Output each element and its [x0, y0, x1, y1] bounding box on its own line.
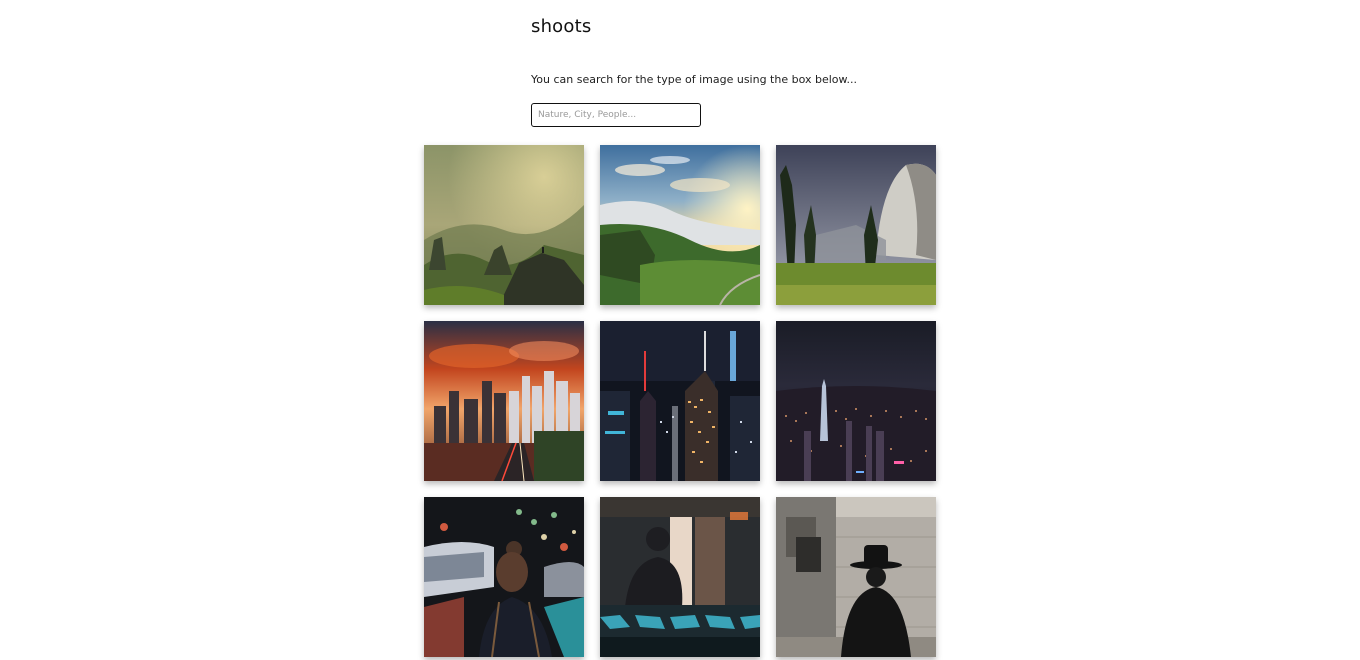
- gallery-image-people-man-rainy-window[interactable]: [600, 497, 760, 657]
- gallery-image-people-man-in-hat[interactable]: [776, 497, 936, 657]
- night-towers-photo: [600, 321, 760, 481]
- gallery-image-nature-highland-valley[interactable]: [600, 145, 760, 305]
- gallery-image-city-night-towers[interactable]: [600, 321, 760, 481]
- mountain-hiker-photo: [424, 145, 584, 305]
- site-title: shoots: [531, 16, 592, 37]
- granite-cliff-photo: [776, 145, 936, 305]
- gallery-image-people-woman-night-street[interactable]: [424, 497, 584, 657]
- gallery-image-nature-mountain-hiker[interactable]: [424, 145, 584, 305]
- man-rainy-window-photo: [600, 497, 760, 657]
- image-gallery: [424, 145, 936, 657]
- gallery-image-city-aerial-lights[interactable]: [776, 321, 936, 481]
- search-input[interactable]: [531, 103, 701, 127]
- page: shoots You can search for the type of im…: [0, 0, 1360, 660]
- man-in-hat-photo: [776, 497, 936, 657]
- woman-night-street-photo: [424, 497, 584, 657]
- aerial-city-lights-photo: [776, 321, 936, 481]
- highland-valley-photo: [600, 145, 760, 305]
- gallery-image-nature-granite-cliff[interactable]: [776, 145, 936, 305]
- gallery-image-city-sunset-skyline[interactable]: [424, 321, 584, 481]
- sunset-skyline-photo: [424, 321, 584, 481]
- search-instructions: You can search for the type of image usi…: [531, 73, 857, 86]
